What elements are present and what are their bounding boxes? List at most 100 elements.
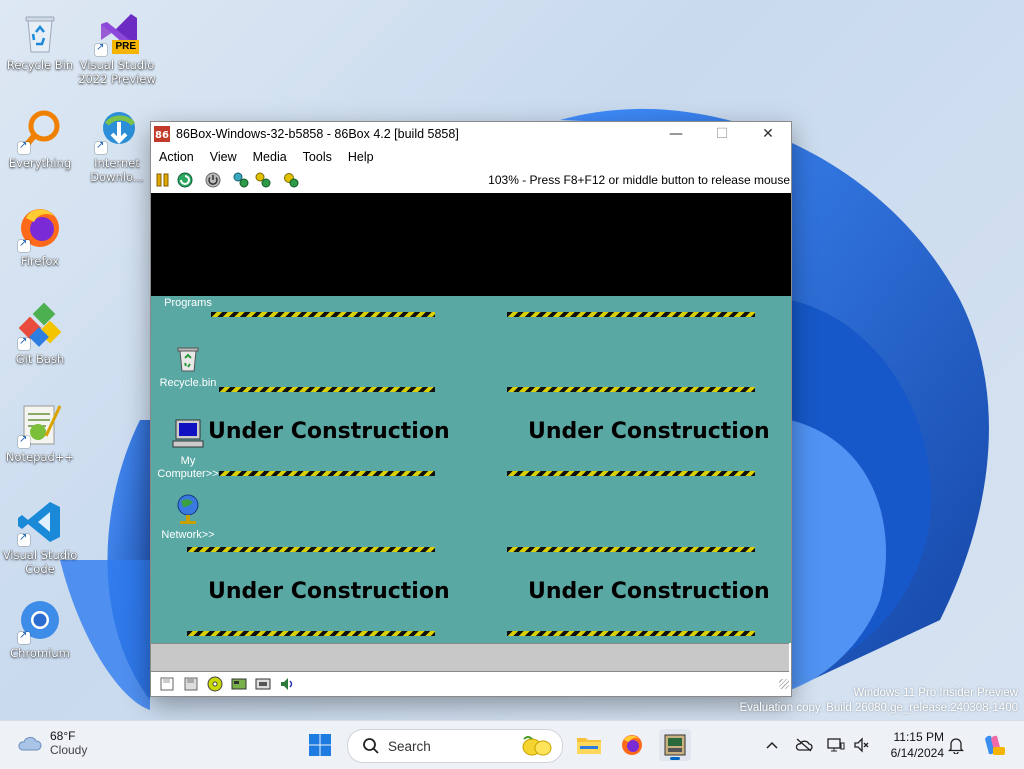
desktop-icon-firefox[interactable]: Firefox xyxy=(0,204,80,268)
vm-icon-network[interactable]: Network>> xyxy=(157,493,219,542)
shortcut-arrow-icon xyxy=(95,41,107,56)
hard-disk-icon[interactable] xyxy=(231,676,247,692)
taskbar-firefox[interactable] xyxy=(616,729,648,761)
network-adapter-icon[interactable] xyxy=(255,676,271,692)
weather-condition: Cloudy xyxy=(50,743,88,757)
everything-search-icon xyxy=(16,106,64,154)
desktop-icon-everything[interactable]: Everything xyxy=(0,106,80,170)
vm-icon-programs[interactable]: Programs xyxy=(159,291,217,310)
settings-gear-icon xyxy=(284,173,299,188)
window-title: 86Box-Windows-32-b5858 - 86Box 4.2 [buil… xyxy=(176,127,459,141)
shortcut-arrow-icon xyxy=(95,139,107,154)
vm-icon-label: My Computer>> xyxy=(157,455,219,480)
window-titlebar[interactable]: 86 86Box-Windows-32-b5858 - 86Box 4.2 [b… xyxy=(151,122,791,146)
menu-view[interactable]: View xyxy=(202,150,245,164)
taskbar-clock[interactable]: 11:15 PM 6/14/2024 xyxy=(878,729,944,761)
desktop-icon-internet-download-manager[interactable]: Internet Downlo... xyxy=(77,106,157,184)
window-statusbar xyxy=(151,673,791,695)
under-construction-banner: Under Construction xyxy=(528,419,770,444)
cloud-icon xyxy=(18,736,42,751)
shortcut-arrow-icon xyxy=(18,629,30,644)
toolbar: 103% - Press F8+F12 or middle button to … xyxy=(151,168,791,192)
power-button[interactable] xyxy=(203,170,223,190)
taskbar-search[interactable]: Search xyxy=(347,729,563,763)
desktop-icon-label: Everything xyxy=(8,156,72,170)
reset-icon xyxy=(177,172,193,188)
evaluation-watermark: Windows 11 Pro Insider Preview Evaluatio… xyxy=(739,686,1018,716)
hazard-stripe xyxy=(187,547,435,552)
desktop-icon-label: Internet Downlo... xyxy=(90,156,144,184)
chevron-up-icon xyxy=(766,741,778,749)
maximize-button[interactable]: ☐ xyxy=(699,122,745,146)
pause-button[interactable] xyxy=(153,170,173,190)
start-button[interactable] xyxy=(304,729,336,761)
vm-icon-recycle-bin[interactable]: Recycle.bin xyxy=(157,343,219,390)
cdrom-drive-icon[interactable] xyxy=(207,676,223,692)
hazard-stripe xyxy=(219,387,435,392)
under-construction-banner: Under Construction xyxy=(208,419,450,444)
hazard-stripe xyxy=(507,312,755,317)
floppy-drive-2-icon[interactable] xyxy=(183,676,199,692)
86box-app-icon: 86 xyxy=(154,126,170,142)
chromium-icon xyxy=(16,596,64,644)
vm-icon-my-computer[interactable]: My Computer>> xyxy=(157,417,219,481)
taskbar-file-explorer[interactable] xyxy=(573,729,605,761)
tray-cloud-sync[interactable] xyxy=(794,735,814,755)
hazard-stripe xyxy=(211,312,435,317)
hard-reset-button[interactable] xyxy=(175,170,195,190)
toolbar-status-text: 103% - Press F8+F12 or middle button to … xyxy=(488,173,790,187)
desktop-icon-git-bash[interactable]: Git Bash xyxy=(0,302,80,366)
show-hidden-icons-button[interactable] xyxy=(762,735,782,755)
search-highlight-lemon-icon xyxy=(522,736,552,756)
hazard-stripe xyxy=(507,547,755,552)
windows-logo-icon xyxy=(309,734,331,756)
menu-tools[interactable]: Tools xyxy=(295,150,340,164)
clock-date: 6/14/2024 xyxy=(890,746,944,760)
firefox-icon xyxy=(16,204,64,252)
sound-icon[interactable] xyxy=(279,676,295,692)
vm-icon-label: Programs xyxy=(164,297,212,309)
power-icon xyxy=(205,172,221,188)
watermark-line-1: Windows 11 Pro Insider Preview xyxy=(853,687,1018,699)
hazard-stripe xyxy=(507,387,755,392)
weather-temperature: 68°F xyxy=(50,729,76,743)
menu-help[interactable]: Help xyxy=(340,150,382,164)
copilot-icon xyxy=(985,735,1005,755)
menu-media[interactable]: Media xyxy=(245,150,295,164)
close-button[interactable]: ✕ xyxy=(745,122,791,146)
menu-action[interactable]: Action xyxy=(151,150,202,164)
shortcut-arrow-icon xyxy=(18,139,30,154)
hazard-stripe xyxy=(507,631,755,636)
svg-text:86: 86 xyxy=(155,130,169,141)
under-construction-banner: Under Construction xyxy=(528,579,770,604)
floppy-drive-1-icon[interactable] xyxy=(159,676,175,692)
desktop-icon-label: Chromium xyxy=(10,646,70,660)
pre-badge: PRE xyxy=(112,40,139,54)
copilot-button[interactable] xyxy=(980,732,1006,758)
firefox-icon xyxy=(622,735,642,755)
vm-black-region xyxy=(151,193,791,296)
vm-bottom-strip xyxy=(151,643,789,672)
notifications-button[interactable] xyxy=(946,735,966,755)
menu-bar: Action View Media Tools Help xyxy=(151,146,791,168)
desktop-icon-label: Firefox xyxy=(20,254,60,268)
desktop-icon-visual-studio-2022-preview[interactable]: PRE Visual Studio 2022 Preview xyxy=(77,8,157,86)
tray-network[interactable] xyxy=(826,735,846,755)
vm-network-globe-icon xyxy=(177,494,199,524)
desktop-icon-chromium[interactable]: Chromium xyxy=(0,596,80,660)
settings-button[interactable] xyxy=(281,170,301,190)
desktop-icon-recycle-bin[interactable]: Recycle Bin xyxy=(0,8,80,72)
ctrl-alt-esc-button[interactable] xyxy=(253,170,273,190)
recycle-bin-icon xyxy=(16,8,64,56)
desktop-icon-visual-studio-code[interactable]: Visual Studio Code xyxy=(0,498,80,576)
desktop-icon-notepad-plus-plus[interactable]: Notepad++ xyxy=(0,400,80,464)
active-app-indicator xyxy=(670,757,680,760)
weather-widget[interactable]: 68°F Cloudy xyxy=(16,729,87,757)
86box-window[interactable]: 86 86Box-Windows-32-b5858 - 86Box 4.2 [b… xyxy=(150,121,792,697)
taskbar-86box[interactable] xyxy=(659,729,691,761)
tray-volume[interactable] xyxy=(852,735,872,755)
vm-display[interactable]: Under Construction Under Construction Un… xyxy=(151,193,791,643)
minimize-button[interactable]: — xyxy=(653,122,699,146)
shortcut-arrow-icon xyxy=(18,237,30,252)
ctrl-alt-del-button[interactable] xyxy=(231,170,251,190)
